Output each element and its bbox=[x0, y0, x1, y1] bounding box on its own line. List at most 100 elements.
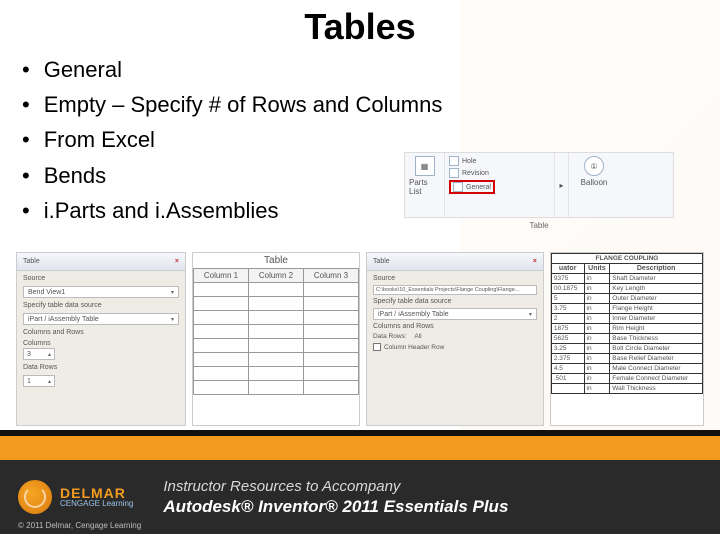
table-title: Table bbox=[193, 253, 359, 268]
dialog-title: Table bbox=[23, 258, 40, 265]
ribbon-label: General bbox=[466, 184, 491, 191]
revision-icon bbox=[449, 168, 459, 178]
table-row: 4.5inMale Connect Diameter bbox=[551, 364, 702, 374]
cols-rows-label: Columns and Rows bbox=[373, 323, 537, 330]
columns-spinner: Columns 3▴ bbox=[23, 340, 55, 360]
chevron-down-icon: ▾ bbox=[171, 316, 174, 323]
ribbon-thumbnail: ▦ Parts List Hole Revision General ▸ ① B… bbox=[404, 152, 674, 218]
specify-label: Specify table data source bbox=[23, 302, 179, 309]
dialog-thumbnail-bend: Table × Source Bend View1▾ Specify table… bbox=[16, 252, 186, 426]
footer-titles: Instructor Resources to Accompany Autode… bbox=[163, 478, 702, 517]
col-header: Column 3 bbox=[303, 269, 358, 283]
source-value: iPart / iAssembly Table bbox=[28, 316, 99, 323]
ribbon-table-group: Hole Revision General bbox=[445, 153, 555, 217]
table-row: 5625inBase Thickness bbox=[551, 334, 702, 344]
delmar-swirl-icon bbox=[18, 480, 52, 514]
footer-line1: Instructor Resources to Accompany bbox=[163, 478, 702, 495]
empty-table-grid: Column 1Column 2Column 3 bbox=[193, 268, 359, 395]
col-header: Column 2 bbox=[248, 269, 303, 283]
ribbon-hole: Hole bbox=[449, 156, 476, 166]
ribbon-expand: ▸ bbox=[555, 153, 569, 217]
bullet-text: General bbox=[44, 52, 122, 87]
table-row: 2inInner Diameter bbox=[551, 314, 702, 324]
flange-table-thumbnail: FLANGE COUPLING uatorUnitsDescription 93… bbox=[550, 252, 704, 426]
col-header: uator bbox=[551, 264, 584, 274]
bend-view-item: Bend View1 bbox=[28, 289, 65, 296]
source-label: Source bbox=[373, 275, 537, 282]
table-row: inWall Thickness bbox=[551, 384, 702, 394]
source-dropdown: Bend View1 ▾ bbox=[23, 286, 179, 298]
specify-label: Specify table data source bbox=[373, 298, 537, 305]
dialog-title: Table bbox=[373, 258, 390, 265]
col-header: Units bbox=[584, 264, 610, 274]
copyright-text: © 2011 Delmar, Cengage Learning bbox=[18, 521, 141, 530]
ribbon-parts-list: ▦ Parts List bbox=[405, 153, 445, 217]
slide-title: Tables bbox=[0, 0, 720, 48]
autodesk-logo: Autodesk bbox=[611, 408, 702, 426]
table-title: FLANGE COUPLING bbox=[551, 254, 702, 264]
ribbon-general-highlighted: General bbox=[449, 180, 495, 194]
source-label: Source bbox=[23, 275, 179, 282]
autodesk-text: Autodesk bbox=[629, 408, 702, 426]
bullet-text: From Excel bbox=[44, 122, 155, 157]
header-row-label: Column Header Row bbox=[384, 344, 444, 351]
ribbon-label: Balloon bbox=[581, 178, 608, 187]
footer-orange-bar: Autodesk bbox=[0, 436, 720, 460]
hole-icon bbox=[449, 156, 459, 166]
spinner-icon: ▴ bbox=[48, 378, 51, 385]
slide-body: Tables General Empty – Specify # of Rows… bbox=[0, 0, 720, 430]
empty-table-thumbnail: Table Column 1Column 2Column 3 bbox=[192, 252, 360, 426]
table-row: .501inFemale Connect Diameter bbox=[551, 374, 702, 384]
data-source-dropdown: iPart / iAssembly Table ▾ bbox=[23, 313, 179, 325]
ribbon-balloon: ① Balloon bbox=[569, 153, 619, 217]
ribbon-label: Hole bbox=[462, 158, 476, 165]
ribbon-revision: Revision bbox=[449, 168, 489, 178]
table-row: 2.375inBase Relief Diameter bbox=[551, 354, 702, 364]
col-header: Description bbox=[610, 264, 703, 274]
table-row: 5inOuter Diameter bbox=[551, 294, 702, 304]
checkbox-icon bbox=[373, 343, 381, 351]
columns-label: Columns bbox=[23, 340, 55, 347]
source-path-field: C:\books\10_Essentials Projects\Flange C… bbox=[373, 285, 537, 295]
rows-value: 1 bbox=[27, 378, 31, 385]
data-rows-label: Data Rows bbox=[23, 364, 179, 371]
rows-spinner: 1▴ bbox=[23, 375, 55, 387]
bullet-item: General bbox=[22, 52, 720, 87]
table-row: 1875inRim Height bbox=[551, 324, 702, 334]
bullet-text: i.Parts and i.Assemblies bbox=[44, 193, 279, 228]
table-row: 3.75inFlange Height bbox=[551, 304, 702, 314]
autodesk-mark-icon bbox=[611, 410, 625, 424]
delmar-subbrand: CENGAGE Learning bbox=[60, 500, 133, 508]
chevron-down-icon: ▾ bbox=[171, 289, 174, 296]
footer-main: DELMAR CENGAGE Learning Instructor Resou… bbox=[0, 460, 720, 534]
data-rows-label: Data Rows: bbox=[373, 333, 407, 340]
col-header: Column 1 bbox=[193, 269, 248, 283]
delmar-logo: DELMAR CENGAGE Learning bbox=[18, 480, 133, 514]
parts-list-icon: ▦ bbox=[415, 156, 435, 176]
footer-line2: Autodesk® Inventor® 2011 Essentials Plus bbox=[163, 497, 702, 517]
delmar-brand: DELMAR bbox=[60, 486, 133, 500]
ribbon-label: Revision bbox=[462, 170, 489, 177]
table-row: 3.25inBolt Circle Diameter bbox=[551, 344, 702, 354]
ribbon-label: Parts List bbox=[409, 178, 440, 196]
balloon-icon: ① bbox=[584, 156, 604, 176]
table-row: 9375inShaft Diameter bbox=[551, 274, 702, 284]
bullet-text: Bends bbox=[44, 158, 106, 193]
table-row: 00.1875inKey Length bbox=[551, 284, 702, 294]
expand-icon: ▸ bbox=[559, 181, 563, 190]
header-row-checkbox: Column Header Row bbox=[373, 343, 537, 351]
slide-footer: Autodesk DELMAR CENGAGE Learning Instruc… bbox=[0, 430, 720, 540]
dialog-thumbnail-excel: Table × Source C:\books\10_Essentials Pr… bbox=[366, 252, 544, 426]
bullet-text: Empty – Specify # of Rows and Columns bbox=[44, 87, 443, 122]
cols-rows-label: Columns and Rows bbox=[23, 329, 179, 336]
flange-data-table: FLANGE COUPLING uatorUnitsDescription 93… bbox=[551, 253, 703, 394]
close-icon: × bbox=[533, 258, 537, 265]
data-rows-row: Data Rows: All bbox=[373, 333, 537, 340]
spinner-icon: ▴ bbox=[48, 351, 51, 358]
data-rows-value: All bbox=[414, 333, 421, 340]
path-text: C:\books\10_Essentials Projects\Flange C… bbox=[376, 287, 519, 293]
ribbon-caption: Table bbox=[529, 221, 548, 230]
thumbnails-row: Table × Source Bend View1 ▾ Specify table… bbox=[16, 252, 704, 426]
dialog-titlebar: Table × bbox=[367, 253, 543, 271]
source-value: iPart / iAssembly Table bbox=[378, 311, 449, 318]
